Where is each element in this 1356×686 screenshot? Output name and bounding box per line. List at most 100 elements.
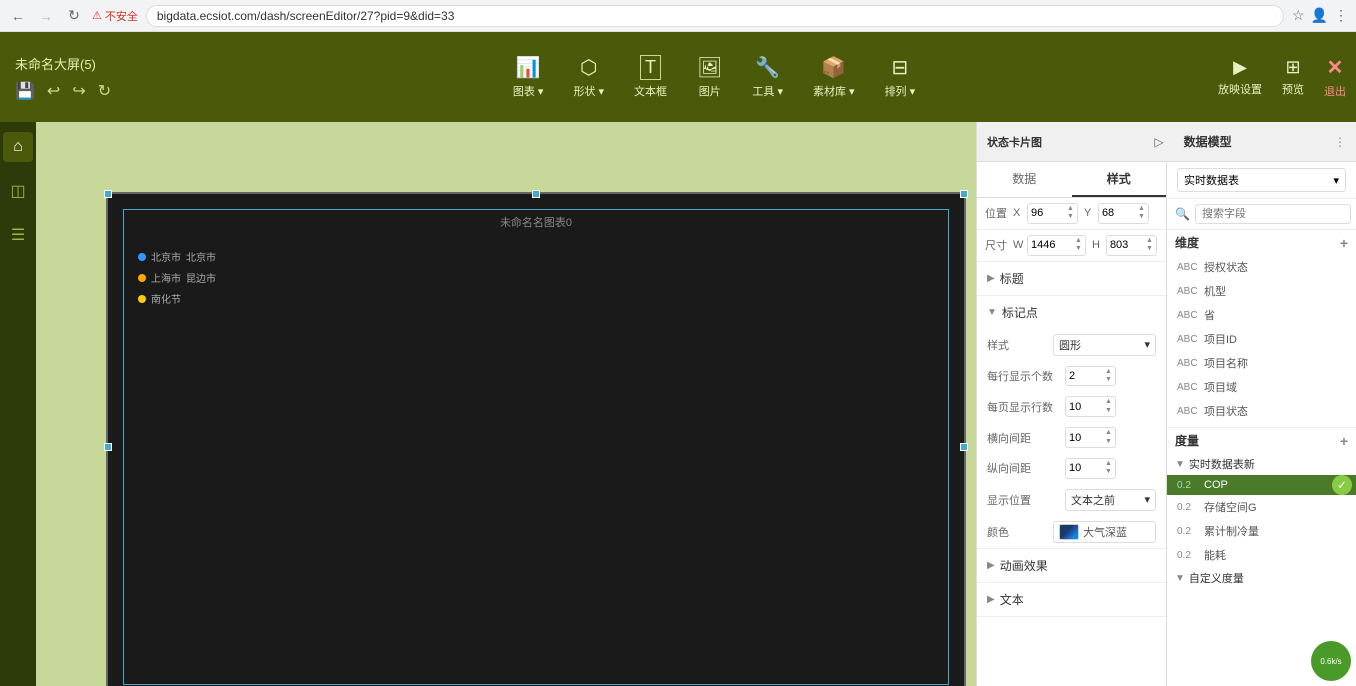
h-input[interactable] [1110, 239, 1146, 251]
chevron-down-icon: ▾ [1144, 338, 1150, 351]
field-item-project-name[interactable]: ABC 项目名称 [1167, 351, 1356, 375]
menu-icon[interactable]: ⋮ [1334, 7, 1348, 24]
image-label: 图片 [699, 83, 721, 99]
panel-expand-icon[interactable]: ▷ [1154, 135, 1163, 149]
realtime-subsection[interactable]: ▼ 实时数据表新 [1167, 453, 1356, 475]
preview-button[interactable]: ⊞ 预览 [1282, 57, 1304, 97]
h-gap-stepper[interactable]: ▲▼ [1105, 429, 1112, 446]
exit-button[interactable]: ✕ 退出 [1324, 55, 1346, 99]
bookmark-icon[interactable]: ☆ [1292, 7, 1305, 24]
undo-button[interactable]: ↩ [47, 81, 60, 101]
add-dimension-button[interactable]: + [1340, 235, 1348, 251]
field-item-cooling[interactable]: 0.2 累计制冷量 [1167, 519, 1356, 543]
toolbar-align[interactable]: ⊟ 排列 ▾ [885, 55, 916, 99]
style-field-label: 样式 [987, 337, 1047, 353]
component-name-label: 状态卡片图 [987, 134, 1042, 150]
style-dropdown[interactable]: 圆形 ▾ [1053, 334, 1156, 356]
size-label: 尺寸 [985, 237, 1007, 253]
field-item-cop[interactable]: 0.2 COP ✓ [1167, 475, 1356, 495]
per-page-field: 每页显示行数 ▲▼ [977, 391, 1166, 422]
toolbar-shape[interactable]: ⬡ 形状 ▾ [573, 55, 604, 99]
handle-tm[interactable] [532, 190, 540, 198]
v-gap-input[interactable] [1069, 462, 1105, 474]
data-fields-scroll[interactable]: 维度 + ABC 授权状态 ABC 机型 [1167, 230, 1356, 686]
animation-section-header[interactable]: ▶ 动画效果 [977, 549, 1166, 582]
toolbar-material[interactable]: 📦 素材库 ▾ [813, 55, 855, 99]
v-gap-stepper[interactable]: ▲▼ [1105, 460, 1112, 477]
text-section: ▶ 文本 [977, 583, 1166, 617]
playback-icon: ▶ [1233, 57, 1247, 78]
back-button[interactable]: ← [8, 6, 28, 26]
realtime-table-dropdown[interactable]: 实时数据表 ▾ [1177, 168, 1346, 192]
forward-button[interactable]: → [36, 6, 56, 26]
display-pos-dropdown[interactable]: 文本之前 ▾ [1065, 489, 1156, 511]
y-input[interactable] [1102, 207, 1138, 219]
handle-tl[interactable] [104, 190, 112, 198]
field-item-project-domain[interactable]: ABC 项目域 [1167, 375, 1356, 399]
h-stepper[interactable]: ▲▼ [1146, 237, 1153, 254]
toolbar-image[interactable]: 🖼 图片 [697, 55, 722, 99]
panel-body: 数据 样式 位置 X [977, 162, 1356, 686]
tab-style[interactable]: 样式 [1072, 162, 1167, 197]
color-picker[interactable]: 大气深蓝 [1053, 521, 1156, 543]
per-page-stepper[interactable]: ▲▼ [1105, 398, 1112, 415]
handle-ml[interactable] [104, 443, 112, 451]
per-row-stepper[interactable]: ▲▼ [1105, 368, 1112, 385]
field-item-auth[interactable]: ABC 授权状态 [1167, 255, 1356, 279]
refresh-button[interactable]: ↻ [98, 81, 111, 101]
w-input-group: W ▲▼ [1013, 235, 1086, 256]
dim-fields-list: ABC 授权状态 ABC 机型 ABC 省 [1167, 255, 1356, 427]
text-section-label: 文本 [1000, 591, 1024, 608]
field-item-type[interactable]: ABC 机型 [1167, 279, 1356, 303]
save-button[interactable]: 💾 [15, 81, 35, 101]
tab-data[interactable]: 数据 [977, 162, 1072, 197]
field-item-project-status[interactable]: ABC 项目状态 [1167, 399, 1356, 423]
toolbar-chart[interactable]: 📊 图表 ▾ [513, 55, 544, 99]
toolbar-tool[interactable]: 🔧 工具 ▾ [752, 55, 783, 99]
field-item-energy[interactable]: 0.2 能耗 [1167, 543, 1356, 567]
display-pos-label: 显示位置 [987, 492, 1059, 508]
canvas[interactable]: 未命名名图表0 北京市 北京市 上海市 昆边市 南化节 [106, 192, 966, 686]
v-gap-field: 纵向间距 ▲▼ [977, 453, 1166, 484]
y-stepper[interactable]: ▲▼ [1138, 205, 1145, 222]
field-item-project-id[interactable]: ABC 项目ID [1167, 327, 1356, 351]
sidebar-icon-list[interactable]: ☰ [3, 220, 33, 250]
sidebar-icon-layers[interactable]: ◫ [3, 176, 33, 206]
add-measure-button[interactable]: + [1340, 433, 1348, 449]
field-item-storage[interactable]: 0.2 存储空间G [1167, 495, 1356, 519]
h-gap-input[interactable] [1069, 432, 1105, 444]
custom-section[interactable]: ▼ 自定义度量 [1167, 567, 1356, 589]
align-icon: ⊟ [891, 55, 908, 80]
v-gap-label: 纵向间距 [987, 460, 1059, 476]
title-section-header[interactable]: ▶ 标题 [977, 262, 1166, 295]
playback-button[interactable]: ▶ 放映设置 [1218, 57, 1262, 97]
handle-mr[interactable] [960, 443, 968, 451]
reload-button[interactable]: ↻ [64, 6, 84, 26]
x-stepper[interactable]: ▲▼ [1067, 205, 1074, 222]
search-input[interactable] [1195, 204, 1351, 224]
redo-button[interactable]: ↪ [72, 81, 85, 101]
toolbar-textbox[interactable]: T 文本框 [634, 55, 667, 99]
handle-tr[interactable] [960, 190, 968, 198]
display-pos-field: 显示位置 文本之前 ▾ [977, 484, 1166, 516]
material-label: 素材库 ▾ [813, 83, 855, 99]
w-input[interactable] [1031, 239, 1075, 251]
marker-section-header[interactable]: ▼ 标记点 [977, 296, 1166, 329]
sidebar-icon-home[interactable]: ⌂ [3, 132, 33, 162]
data-model-menu-icon[interactable]: ⋮ [1334, 135, 1346, 149]
align-label: 排列 ▾ [885, 83, 916, 99]
color-field-label: 颜色 [987, 524, 1047, 540]
per-page-input[interactable] [1069, 401, 1105, 413]
w-stepper[interactable]: ▲▼ [1075, 237, 1082, 254]
per-page-input-wrap: ▲▼ [1065, 396, 1116, 417]
browser-bar: ← → ↻ ⚠ 不安全 bigdata.ecsiot.com/dash/scre… [0, 0, 1356, 32]
url-bar[interactable]: bigdata.ecsiot.com/dash/screenEditor/27?… [146, 5, 1284, 27]
profile-icon[interactable]: 👤 [1311, 7, 1328, 24]
x-input[interactable] [1031, 207, 1067, 219]
text-section-header[interactable]: ▶ 文本 [977, 583, 1166, 616]
field-item-province[interactable]: ABC 省 [1167, 303, 1356, 327]
tool-icon: 🔧 [755, 55, 780, 80]
per-row-input[interactable] [1069, 370, 1105, 382]
tool-label: 工具 ▾ [752, 83, 783, 99]
cop-selected-icon[interactable]: ✓ [1332, 475, 1352, 495]
